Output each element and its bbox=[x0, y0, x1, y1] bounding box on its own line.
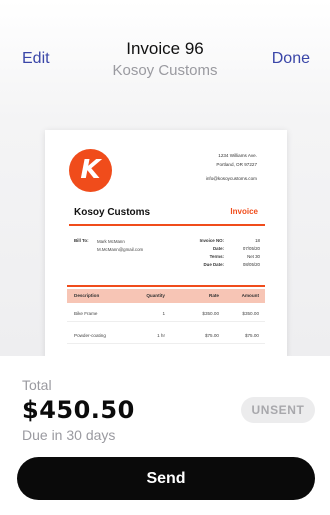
row-rate: $350.00 bbox=[202, 311, 219, 316]
divider bbox=[69, 224, 265, 226]
column-header: Rate bbox=[209, 293, 219, 298]
header-area: Edit Invoice 96 Kosoy Customs Done K 123… bbox=[0, 0, 330, 360]
bill-to-name: Mark McMann bbox=[97, 239, 125, 244]
meta-label: Terms: bbox=[209, 254, 224, 259]
row-description: Bike Frame bbox=[74, 311, 98, 316]
row-amount: $75.00 bbox=[244, 333, 259, 338]
meta-row: Terms: Net 30 bbox=[190, 254, 260, 262]
meta-label: Due Date: bbox=[203, 262, 225, 267]
meta-value: 08/05/20 bbox=[242, 262, 260, 267]
logo-letter: K bbox=[80, 155, 101, 185]
send-button[interactable]: Send bbox=[17, 457, 315, 500]
row-quantity: 1 hr bbox=[157, 333, 165, 338]
column-header: Description bbox=[74, 293, 100, 298]
table-row: Powder-coating 1 hr $75.00 $75.00 bbox=[67, 329, 265, 344]
address-line: 1234 Williams Ave. bbox=[218, 153, 257, 158]
meta-row: Due Date: 08/05/20 bbox=[190, 262, 261, 270]
row-rate: $75.00 bbox=[204, 333, 219, 338]
row-amount: $350.00 bbox=[242, 311, 259, 316]
meta-label: Date: bbox=[213, 246, 224, 251]
meta-value: Net 30 bbox=[247, 254, 260, 259]
divider bbox=[67, 285, 265, 287]
bill-to-email: M.McMann@gmail.com bbox=[97, 247, 144, 252]
meta-label: Invoice NO: bbox=[199, 238, 224, 243]
status-badge: UNSENT bbox=[241, 397, 315, 423]
invoice-meta: Invoice NO: 18 Date: 07/05/20 Terms: Net 30… bbox=[190, 238, 260, 270]
row-quantity: 1 bbox=[162, 311, 165, 316]
address-line: Portland, OR 97227 bbox=[216, 162, 257, 167]
bill-to-details: Mark McMann M.McMann@gmail.com bbox=[97, 238, 143, 254]
company-name: Kosoy Customs bbox=[74, 207, 151, 218]
document-type: Invoice bbox=[230, 207, 258, 216]
company-logo-icon: K bbox=[69, 149, 112, 192]
company-address: 1234 Williams Ave. Portland, OR 97227 bbox=[216, 151, 257, 169]
column-header: Amount bbox=[241, 293, 259, 298]
meta-value: 07/05/20 bbox=[242, 246, 260, 251]
meta-value: 18 bbox=[255, 238, 260, 243]
total-label: Total bbox=[22, 377, 52, 393]
meta-row: Invoice NO: 18 bbox=[190, 238, 260, 246]
table-header: Description Quantity Rate Amount bbox=[67, 289, 265, 303]
company-email: info@kosoycustoms.com bbox=[205, 176, 257, 181]
done-button[interactable]: Done bbox=[272, 50, 310, 68]
invoice-preview[interactable]: K 1234 Williams Ave. Portland, OR 97227 … bbox=[45, 130, 287, 360]
row-description: Powder-coating bbox=[74, 333, 106, 338]
total-amount: $450.50 bbox=[22, 396, 135, 424]
due-text: Due in 30 days bbox=[22, 427, 116, 443]
meta-row: Date: 07/05/20 bbox=[190, 246, 260, 254]
bill-to-label: Bill To: bbox=[74, 238, 89, 243]
table-row: Bike Frame 1 $350.00 $350.00 bbox=[67, 307, 265, 322]
summary-panel: Total $450.50 Due in 30 days UNSENT Send bbox=[0, 356, 330, 515]
column-header: Quantity bbox=[146, 293, 165, 298]
